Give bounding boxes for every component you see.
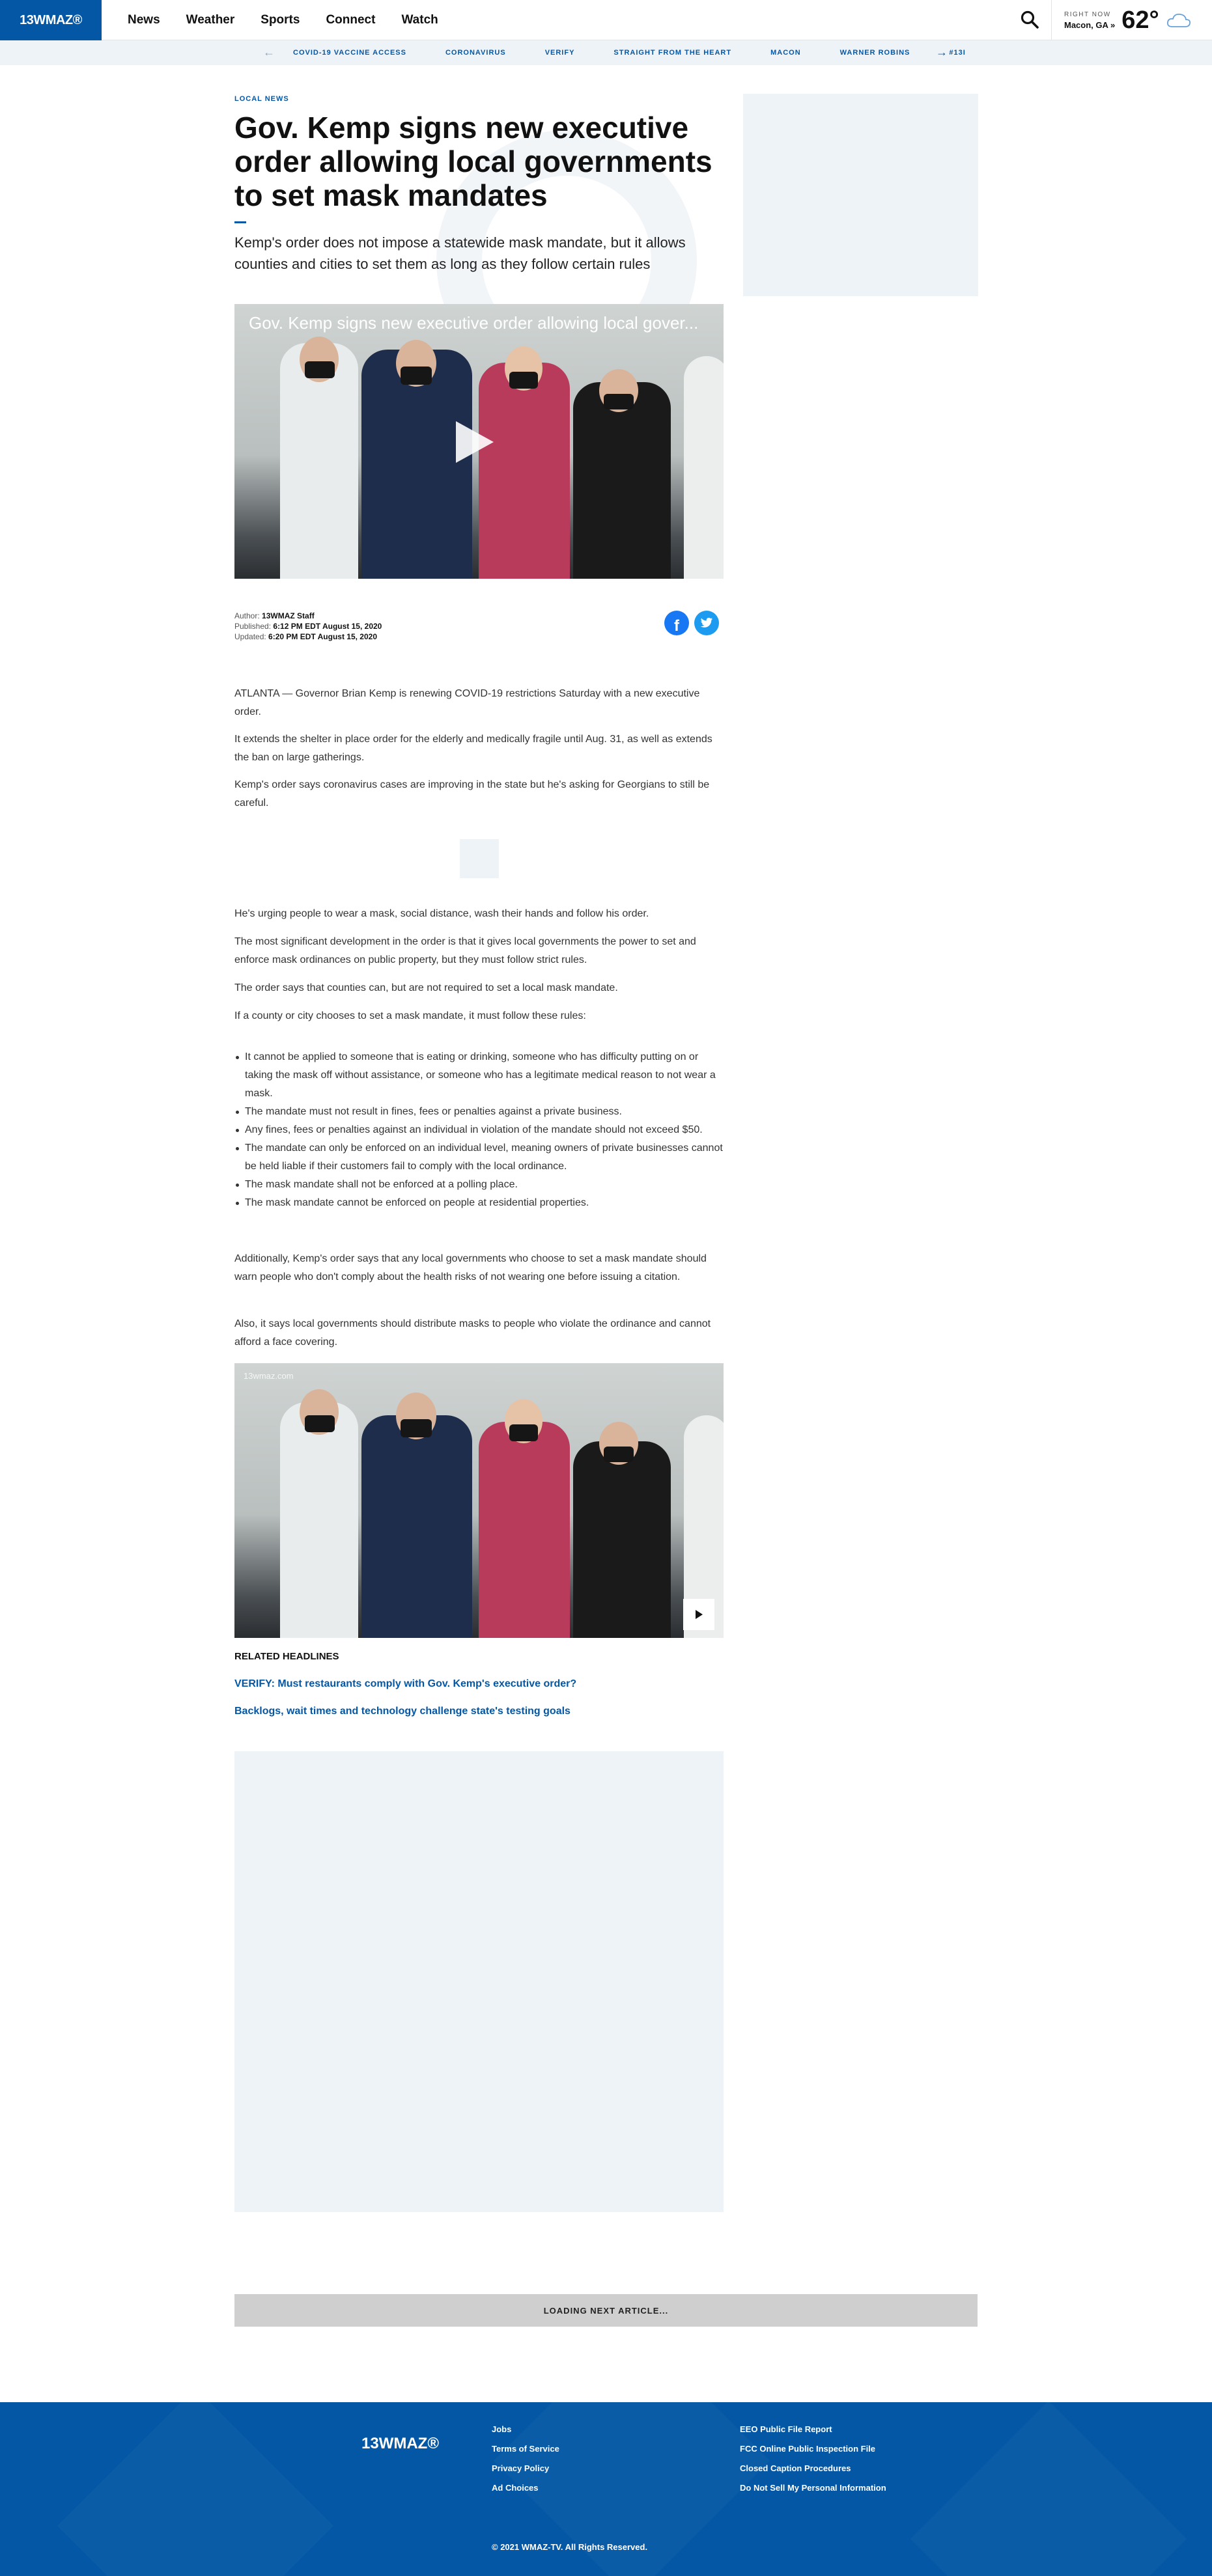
- topic-verify[interactable]: VERIFY: [545, 49, 575, 57]
- published-time: 6:12 PM EDT August 15, 2020: [273, 622, 382, 631]
- site-header: 13WMAZ® News Weather Sports Connect Watc…: [0, 0, 1212, 40]
- header-divider: [1051, 0, 1052, 40]
- site-footer: 13WMAZ® Jobs Terms of Service Privacy Po…: [0, 2402, 1212, 2576]
- play-icon[interactable]: [456, 421, 494, 463]
- video-title: Gov. Kemp signs new executive order allo…: [249, 313, 699, 333]
- play-icon: [695, 1610, 703, 1619]
- paragraph-6: The order says that counties can, but ar…: [234, 982, 618, 993]
- headline-accent: [234, 221, 246, 223]
- author-name: 13WMAZ Staff: [262, 611, 315, 620]
- video-player[interactable]: Gov. Kemp signs new executive order allo…: [234, 304, 724, 579]
- related-link-2[interactable]: Backlogs, wait times and technology chal…: [234, 1706, 571, 1717]
- byline: Author: 13WMAZ Staff Published: 6:12 PM …: [234, 611, 382, 642]
- weather-location[interactable]: Macon, GA »: [1064, 20, 1115, 30]
- topic-heart[interactable]: STRAIGHT FROM THE HEART: [613, 49, 731, 57]
- related-heading: RELATED HEADLINES: [234, 1651, 339, 1662]
- play-button[interactable]: [683, 1599, 714, 1630]
- share-buttons: f: [664, 611, 719, 635]
- nav-connect[interactable]: Connect: [326, 13, 375, 27]
- ad-inline[interactable]: [460, 839, 499, 878]
- topics-bar: ← COVID-19 VACCINE ACCESS CORONAVIRUS VE…: [0, 40, 1212, 65]
- paragraph-5: The most significant development in the …: [234, 936, 696, 965]
- arrow-right-icon[interactable]: →: [936, 46, 948, 59]
- weather-temp: 62°: [1121, 6, 1159, 34]
- nav-weather[interactable]: Weather: [186, 13, 235, 27]
- footer-col-2: EEO Public File Report FCC Online Public…: [740, 2424, 886, 2493]
- nav-news[interactable]: News: [128, 13, 160, 27]
- article-headline: Gov. Kemp signs new executive order allo…: [234, 111, 712, 212]
- nav-sports[interactable]: Sports: [261, 13, 300, 27]
- copyright: © 2021 WMAZ-TV. All Rights Reserved.: [492, 2542, 648, 2552]
- facebook-icon[interactable]: f: [664, 611, 689, 635]
- footer-col-1: Jobs Terms of Service Privacy Policy Ad …: [492, 2424, 559, 2493]
- list-item: It cannot be applied to someone that is …: [234, 1048, 724, 1103]
- author-label: Author:: [234, 611, 260, 620]
- footer-link[interactable]: Jobs: [492, 2424, 559, 2434]
- footer-link[interactable]: Closed Caption Procedures: [740, 2463, 886, 2473]
- paragraph-4: He's urging people to wear a mask, socia…: [234, 908, 649, 919]
- search-icon[interactable]: [1020, 10, 1039, 29]
- arrow-left-icon[interactable]: ←: [263, 46, 275, 59]
- weather-widget[interactable]: RIGHT NOW Macon, GA » 62°: [1064, 5, 1192, 35]
- topic-warner-robins[interactable]: WARNER ROBINS: [840, 49, 910, 57]
- site-logo[interactable]: 13WMAZ®: [0, 0, 102, 40]
- list-item: The mandate must not result in fines, fe…: [234, 1103, 724, 1121]
- paragraph-7: If a county or city chooses to set a mas…: [234, 1010, 586, 1021]
- article-dek: Kemp's order does not impose a statewide…: [234, 234, 686, 272]
- ad-large[interactable]: [234, 1751, 724, 2212]
- footer-link[interactable]: Terms of Service: [492, 2444, 559, 2454]
- topic-coronavirus[interactable]: CORONAVIRUS: [445, 49, 506, 57]
- list-item: The mask mandate cannot be enforced on p…: [234, 1194, 724, 1212]
- video-watermark: 13wmaz.com: [244, 1371, 294, 1381]
- paragraph-2: It extends the shelter in place order fo…: [234, 734, 712, 763]
- paragraph-3: Kemp's order says coronavirus cases are …: [234, 779, 710, 809]
- rules-list: It cannot be applied to someone that is …: [234, 1048, 724, 1212]
- paragraph-9: Also, it says local governments should d…: [234, 1318, 711, 1348]
- paragraph-1: ATLANTA — Governor Brian Kemp is renewin…: [234, 688, 700, 717]
- footer-logo[interactable]: 13WMAZ®: [361, 2435, 439, 2453]
- video-player-2[interactable]: 13wmaz.com: [234, 1363, 724, 1638]
- topic-vaccine[interactable]: COVID-19 VACCINE ACCESS: [293, 49, 406, 57]
- twitter-icon[interactable]: [694, 611, 719, 635]
- updated-time: 6:20 PM EDT August 15, 2020: [268, 632, 377, 641]
- nav-watch[interactable]: Watch: [401, 13, 438, 27]
- updated-label: Updated:: [234, 632, 266, 641]
- topic-more[interactable]: #13I: [949, 49, 965, 57]
- ad-sidebar[interactable]: [743, 94, 978, 296]
- article-kicker[interactable]: LOCAL NEWS: [234, 95, 289, 103]
- paragraph-8: Additionally, Kemp's order says that any…: [234, 1253, 707, 1282]
- topic-macon[interactable]: MACON: [770, 49, 801, 57]
- list-item: The mandate can only be enforced on an i…: [234, 1139, 724, 1176]
- footer-link[interactable]: Do Not Sell My Personal Information: [740, 2483, 886, 2493]
- list-item: The mask mandate shall not be enforced a…: [234, 1176, 724, 1194]
- footer-link[interactable]: EEO Public File Report: [740, 2424, 886, 2434]
- loading-next-article: LOADING NEXT ARTICLE...: [234, 2294, 978, 2327]
- footer-link[interactable]: Privacy Policy: [492, 2463, 559, 2473]
- footer-link[interactable]: Ad Choices: [492, 2483, 559, 2493]
- weather-label: RIGHT NOW: [1064, 10, 1111, 18]
- footer-link[interactable]: FCC Online Public Inspection File: [740, 2444, 886, 2454]
- published-label: Published:: [234, 622, 272, 631]
- list-item: Any fines, fees or penalties against an …: [234, 1121, 724, 1139]
- cloud-icon: [1166, 13, 1191, 27]
- related-link-1[interactable]: VERIFY: Must restaurants comply with Gov…: [234, 1678, 576, 1690]
- main-nav: News Weather Sports Connect Watch: [128, 0, 438, 40]
